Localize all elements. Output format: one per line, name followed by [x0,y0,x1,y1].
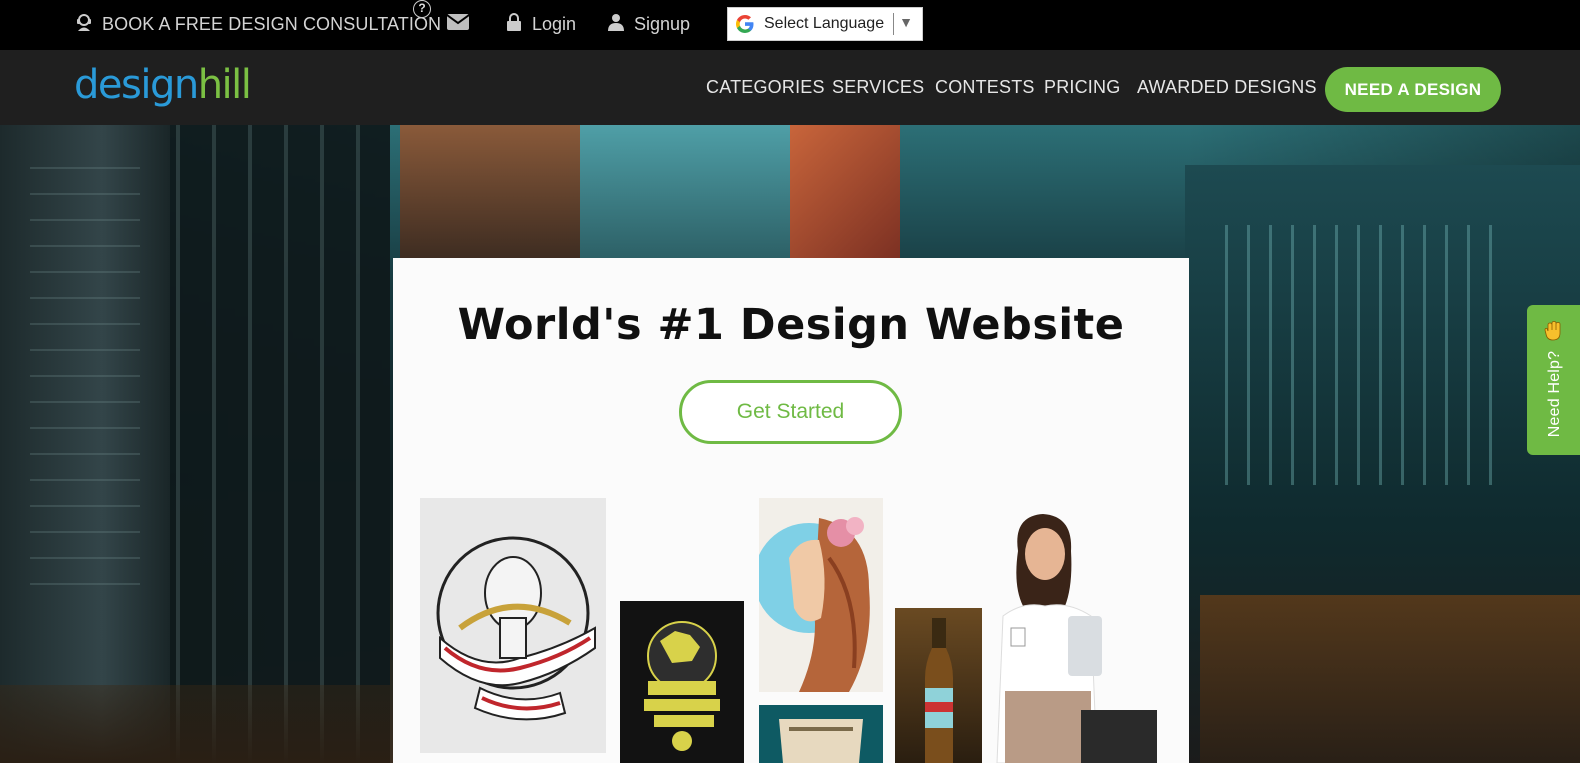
user-icon [608,13,624,36]
email-link[interactable] [446,0,470,48]
lock-icon [506,12,522,36]
nav-contests[interactable]: CONTESTS [935,50,1035,125]
nav-pricing[interactable]: PRICING [1044,50,1120,125]
login-label: Login [532,13,577,34]
select-divider [893,13,894,35]
need-a-design-button[interactable]: NEED A DESIGN [1325,67,1501,112]
background-street [0,685,390,763]
headset-icon [76,13,92,36]
nav-categories[interactable]: CATEGORIES [706,50,825,125]
design-sample-beer-bottle [895,608,982,763]
consultation-label: BOOK A FREE DESIGN CONSULTATION [102,13,442,34]
get-started-button[interactable]: Get Started [679,380,902,444]
language-select[interactable]: Select Language ▼ [727,7,923,41]
dropdown-arrow-icon: ▼ [899,14,913,30]
logo-text-design: design [74,62,199,108]
hero-card: World's #1 Design Website Get Started [393,258,1189,763]
background-building [400,125,580,265]
top-utility-bar: BOOK A FREE DESIGN CONSULTATION ? Login … [0,0,1580,50]
main-header: designhill CATEGORIES SERVICES CONTESTS … [0,50,1580,125]
consultation-link[interactable]: BOOK A FREE DESIGN CONSULTATION [76,0,441,48]
design-sample-packaging [759,705,883,763]
background-street [1200,595,1580,763]
need-help-tab[interactable]: Need Help? [1527,305,1580,455]
signup-link[interactable]: Signup [608,0,690,48]
designhill-logo[interactable]: designhill [74,62,252,108]
background-scaffolding [170,125,390,763]
help-question-icon[interactable]: ? [413,0,431,18]
google-icon [734,13,756,35]
design-sample-tshirt [620,601,744,763]
language-select-label: Select Language [764,15,885,32]
hero-title: World's #1 Design Website [457,300,1125,350]
login-link[interactable]: Login [506,0,576,48]
signup-label: Signup [634,13,691,34]
design-sample-portrait [759,498,883,692]
background-sign [790,125,900,265]
nav-services[interactable]: SERVICES [832,50,924,125]
nav-awarded-designs[interactable]: AWARDED DESIGNS [1137,50,1317,125]
need-help-label: Need Help? [1546,350,1563,438]
design-sample-product [1081,710,1157,763]
waving-hand-icon [1543,321,1563,346]
design-sample-illustration [420,498,606,753]
logo-text-hill: hill [197,62,252,108]
envelope-icon [446,13,470,35]
background-building [0,125,170,763]
